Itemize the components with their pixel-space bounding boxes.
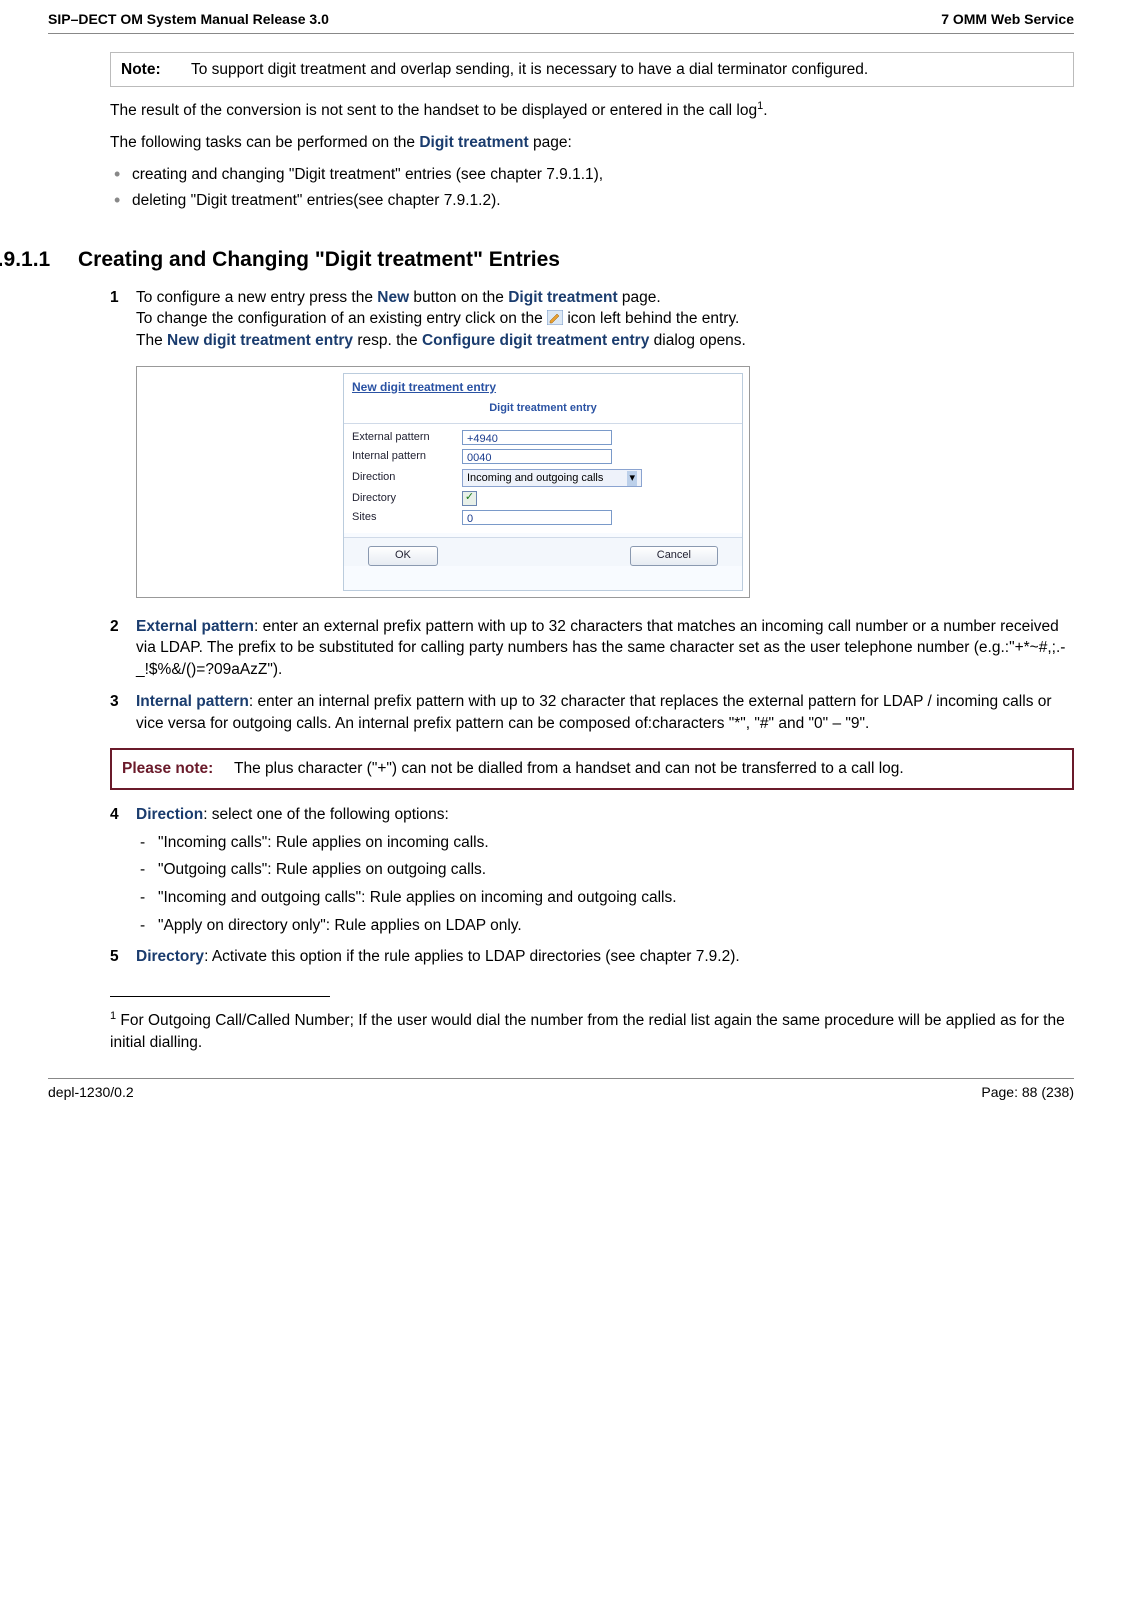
- header-right: 7 OMM Web Service: [941, 10, 1074, 30]
- note-text: To support digit treatment and overlap s…: [191, 59, 1063, 81]
- task-list: creating and changing "Digit treatment" …: [110, 164, 1074, 211]
- digit-treatment-link: Digit treatment: [508, 289, 617, 306]
- list-item: deleting "Digit treatment" entries(see c…: [110, 190, 1074, 212]
- step-number: 2: [110, 616, 119, 638]
- footer-left: depl-1230/0.2: [48, 1083, 134, 1103]
- list-item: "Apply on directory only": Rule applies …: [136, 915, 1074, 937]
- page-header: SIP–DECT OM System Manual Release 3.0 7 …: [48, 10, 1074, 34]
- step-5: 5 Directory: Activate this option if the…: [110, 946, 1074, 968]
- step-number: 4: [110, 804, 119, 826]
- internal-pattern-label: Internal pattern: [136, 693, 249, 710]
- paragraph-result: The result of the conversion is not sent…: [110, 99, 1074, 122]
- please-note-label: Please note:: [122, 758, 234, 780]
- footer-right: Page: 88 (238): [981, 1083, 1074, 1103]
- sites-label: Sites: [352, 510, 462, 525]
- section-number: 7.9.1.1: [0, 245, 78, 274]
- paragraph-tasks: The following tasks can be performed on …: [110, 132, 1074, 154]
- note-box: Note: To support digit treatment and ove…: [110, 52, 1074, 88]
- list-item: creating and changing "Digit treatment" …: [110, 164, 1074, 186]
- list-item: "Outgoing calls": Rule applies on outgoi…: [136, 859, 1074, 881]
- directory-label: Directory: [136, 948, 204, 965]
- directory-checkbox[interactable]: ✓: [462, 491, 477, 506]
- step-number: 1: [110, 287, 119, 309]
- step-2: 2 External pattern: enter an external pr…: [110, 616, 1074, 681]
- please-note-box: Please note: The plus character ("+") ca…: [110, 748, 1074, 790]
- external-pattern-label: External pattern: [352, 430, 462, 445]
- external-pattern-input[interactable]: +4940: [462, 430, 612, 445]
- step-4: 4 Direction: select one of the following…: [110, 804, 1074, 936]
- footnote-separator: [110, 996, 330, 997]
- directory-label: Directory: [352, 491, 462, 506]
- dialog-subtitle: Digit treatment entry: [344, 397, 742, 423]
- section-title: Creating and Changing "Digit treatment" …: [78, 245, 560, 274]
- edit-icon: [547, 310, 563, 325]
- new-button-ref: New: [377, 289, 409, 306]
- step-number: 3: [110, 691, 119, 713]
- header-left: SIP–DECT OM System Manual Release 3.0: [48, 10, 329, 30]
- list-item: "Incoming calls": Rule applies on incomi…: [136, 832, 1074, 854]
- step-1: 1 To configure a new entry press the New…: [110, 287, 1074, 598]
- list-item: "Incoming and outgoing calls": Rule appl…: [136, 887, 1074, 909]
- footnote: 1 For Outgoing Call/Called Number; If th…: [110, 1009, 1074, 1054]
- cancel-button[interactable]: Cancel: [630, 546, 718, 565]
- ok-button[interactable]: OK: [368, 546, 438, 565]
- please-note-text: The plus character ("+") can not be dial…: [234, 758, 904, 780]
- external-pattern-label: External pattern: [136, 618, 254, 635]
- internal-pattern-label: Internal pattern: [352, 449, 462, 464]
- new-entry-link: New digit treatment entry: [167, 332, 353, 349]
- digit-treatment-link: Digit treatment: [419, 134, 528, 151]
- direction-select[interactable]: Incoming and outgoing calls ▾: [462, 469, 642, 487]
- step-3: 3 Internal pattern: enter an internal pr…: [110, 691, 1074, 734]
- dialog-screenshot: New digit treatment entry Digit treatmen…: [136, 366, 1074, 598]
- note-label: Note:: [121, 59, 191, 81]
- direction-options: "Incoming calls": Rule applies on incomi…: [136, 832, 1074, 937]
- page-footer: depl-1230/0.2 Page: 88 (238): [48, 1078, 1074, 1103]
- configure-entry-link: Configure digit treatment entry: [422, 332, 649, 349]
- chevron-down-icon: ▾: [627, 471, 637, 486]
- direction-label: Direction: [136, 806, 203, 823]
- dialog-title: New digit treatment entry: [344, 374, 742, 398]
- section-heading: 7.9.1.1 Creating and Changing "Digit tre…: [48, 245, 1074, 274]
- sites-input[interactable]: 0: [462, 510, 612, 525]
- direction-label: Direction: [352, 470, 462, 485]
- internal-pattern-input[interactable]: 0040: [462, 449, 612, 464]
- step-number: 5: [110, 946, 119, 968]
